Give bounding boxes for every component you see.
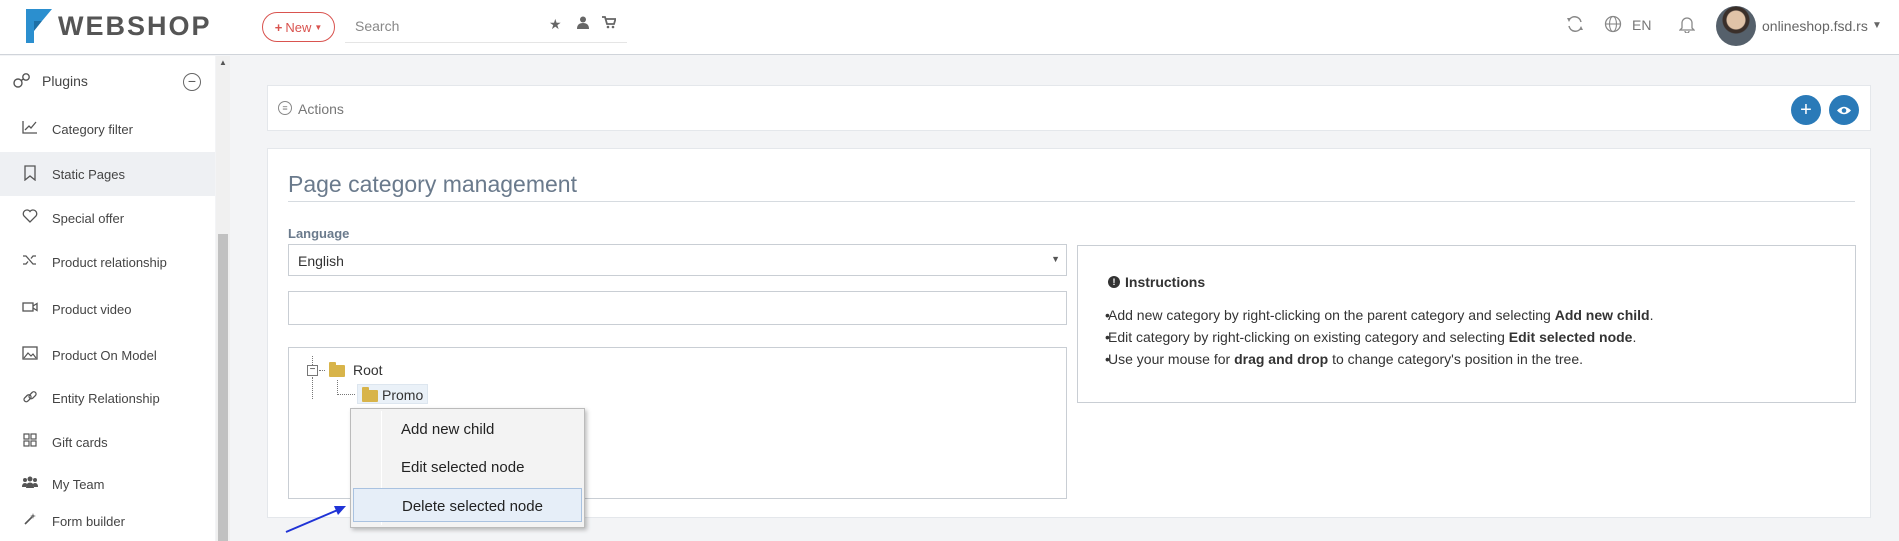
collapse-icon[interactable]: −: [183, 73, 201, 91]
plus-icon: +: [1800, 98, 1812, 121]
chevron-down-icon[interactable]: ▼: [1872, 20, 1882, 31]
new-button-label: New: [285, 19, 312, 35]
sidebar-section-label: Plugins: [42, 73, 88, 89]
language-select-value: English: [298, 253, 344, 269]
globe-icon[interactable]: [1604, 15, 1622, 38]
instruction-item: Add new category by right-clicking on th…: [1105, 304, 1653, 326]
sidebar-item-category-filter[interactable]: Category filter: [0, 107, 215, 151]
actions-label[interactable]: Actions: [298, 101, 344, 117]
tree-filter-input[interactable]: [288, 291, 1067, 325]
top-header: WEBSHOP + New ▼ ★ EN onlineshop.fsd.rs ▼: [0, 0, 1899, 55]
collapse-node-icon[interactable]: −: [307, 365, 318, 376]
chart-icon: [20, 120, 40, 138]
sidebar-item-special-offer[interactable]: Special offer: [0, 196, 215, 240]
sidebar-item-product-relationship[interactable]: Product relationship: [0, 240, 215, 284]
tree-node-label: Promo: [382, 387, 424, 403]
sidebar-scrollbar[interactable]: ▲: [216, 56, 230, 541]
avatar[interactable]: [1716, 6, 1756, 46]
instructions-list: Add new category by right-clicking on th…: [1105, 304, 1653, 370]
plus-icon: +: [274, 19, 283, 35]
sidebar-item-label: Form builder: [52, 514, 125, 529]
language-label: Language: [288, 226, 350, 241]
scroll-thumb[interactable]: [218, 234, 228, 541]
tree-node-promo[interactable]: Promo: [357, 384, 429, 404]
instructions-title: ! Instructions: [1108, 274, 1205, 290]
annotation-arrow-icon: [285, 506, 346, 533]
link-icon: [20, 389, 40, 409]
tree-connector: [312, 377, 313, 399]
preview-button[interactable]: [1829, 95, 1859, 125]
sidebar-item-label: Gift cards: [52, 435, 108, 450]
shuffle-icon: [20, 253, 40, 271]
sidebar-item-form-builder[interactable]: Form builder: [0, 499, 215, 541]
sidebar-item-label: Category filter: [52, 122, 133, 137]
sidebar-section-plugins[interactable]: Plugins −: [0, 56, 215, 106]
instructions-box: ! Instructions Add new category by right…: [1077, 245, 1856, 403]
sidebar: Plugins − Category filter Static Pages S…: [0, 56, 215, 541]
webshop-logo[interactable]: WEBSHOP: [24, 6, 212, 46]
bell-icon[interactable]: [1678, 15, 1696, 38]
search-bar: ★: [345, 10, 627, 43]
wand-icon: [20, 512, 40, 530]
sidebar-item-product-video[interactable]: Product video: [0, 287, 215, 331]
actions-bar: ≡ Actions +: [267, 85, 1871, 131]
sidebar-item-static-pages[interactable]: Static Pages: [0, 152, 215, 196]
new-button[interactable]: + New ▼: [262, 12, 335, 42]
logo-mark-icon: [26, 9, 52, 43]
refresh-icon[interactable]: [1566, 15, 1584, 38]
instructions-title-text: Instructions: [1125, 274, 1206, 290]
user-name[interactable]: onlineshop.fsd.rs: [1762, 18, 1868, 34]
sidebar-item-label: Product On Model: [52, 348, 157, 363]
image-icon: [20, 346, 40, 364]
exclamation-icon: !: [1108, 276, 1120, 288]
language-select[interactable]: English ▼: [288, 244, 1067, 276]
sidebar-item-label: Entity Relationship: [52, 391, 160, 406]
bookmark-icon: [20, 165, 40, 185]
menu-item-delete-selected-node[interactable]: Delete selected node: [353, 488, 582, 522]
cart-icon[interactable]: [602, 16, 617, 32]
logo-text: WEBSHOP: [58, 10, 212, 41]
tree-connector: [319, 370, 325, 371]
sidebar-item-product-on-model[interactable]: Product On Model: [0, 333, 215, 377]
chevron-down-icon: ▼: [314, 22, 323, 32]
sidebar-item-label: My Team: [52, 477, 105, 492]
user-icon[interactable]: [577, 16, 589, 32]
title-divider: [288, 201, 1855, 202]
sidebar-item-label: Product video: [52, 302, 132, 317]
video-icon: [20, 300, 40, 317]
chevron-down-icon: ▼: [1051, 254, 1060, 264]
menu-item-add-new-child[interactable]: Add new child: [353, 412, 582, 446]
context-menu: Add new child Edit selected node Delete …: [350, 408, 585, 528]
heart-icon: [20, 209, 40, 227]
scroll-up-icon[interactable]: ▲: [219, 58, 227, 67]
sidebar-item-entity-relationship[interactable]: Entity Relationship: [0, 376, 215, 420]
page-title: Page category management: [288, 171, 577, 197]
plugins-icon: [12, 72, 32, 95]
eye-icon: [1836, 99, 1852, 121]
instruction-item: Use your mouse for drag and drop to chan…: [1105, 348, 1653, 370]
list-icon: ≡: [278, 101, 292, 115]
sidebar-item-label: Special offer: [52, 211, 125, 226]
tree-node-root[interactable]: Root: [353, 362, 383, 378]
grid-icon: [20, 433, 40, 451]
sidebar-item-gift-cards[interactable]: Gift cards: [0, 420, 215, 464]
tree-connector: [337, 380, 338, 395]
sidebar-item-label: Product relationship: [52, 255, 167, 270]
sidebar-item-label: Static Pages: [52, 167, 125, 182]
search-input[interactable]: [355, 16, 535, 36]
instruction-item: Edit category by right-clicking on exist…: [1105, 326, 1653, 348]
team-icon: [20, 475, 40, 492]
folder-icon: [329, 362, 345, 377]
star-icon[interactable]: ★: [549, 16, 562, 33]
menu-item-edit-selected-node[interactable]: Edit selected node: [353, 450, 582, 484]
folder-icon: [362, 387, 378, 402]
tree-connector: [338, 394, 355, 395]
language-switch[interactable]: EN: [1632, 17, 1651, 33]
add-button[interactable]: +: [1791, 95, 1821, 125]
